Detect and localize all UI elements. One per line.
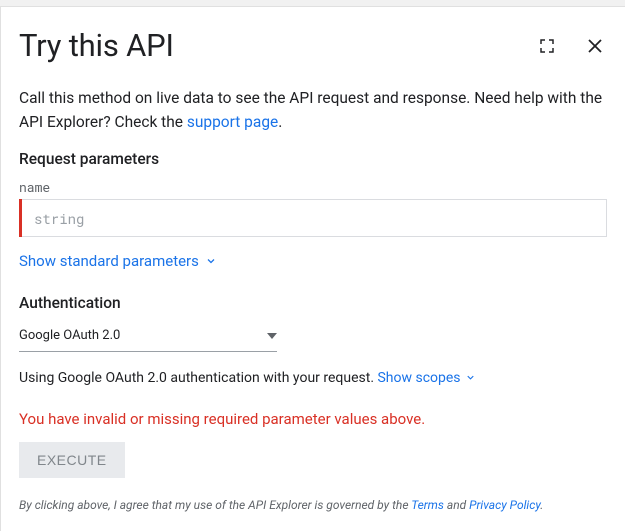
show-scopes-toggle[interactable]: Show scopes [377, 370, 476, 386]
validation-error: You have invalid or missing required par… [19, 410, 607, 428]
auth-select[interactable]: Google OAuth 2.0 [19, 322, 277, 352]
authentication-heading: Authentication [19, 294, 607, 312]
support-page-link[interactable]: support page [187, 113, 278, 131]
page-title: Try this API [19, 27, 174, 64]
name-input-wrap [19, 199, 607, 237]
show-scopes-label: Show scopes [377, 370, 460, 386]
param-name-label: name [19, 178, 607, 196]
name-input[interactable] [22, 199, 607, 237]
chevron-down-icon [205, 255, 217, 267]
terms-link[interactable]: Terms [411, 498, 444, 512]
footer-and: and [444, 498, 469, 512]
privacy-link[interactable]: Privacy Policy [469, 498, 540, 512]
caret-down-icon [267, 326, 277, 345]
description-text-1: Call this method on live data to see the… [19, 89, 602, 131]
close-icon[interactable] [583, 34, 607, 58]
chevron-down-icon [465, 372, 477, 384]
auth-select-value: Google OAuth 2.0 [19, 328, 120, 343]
footer-suffix: . [540, 498, 543, 512]
show-standard-parameters-toggle[interactable]: Show standard parameters [19, 252, 217, 270]
footer-prefix: By clicking above, I agree that my use o… [19, 498, 411, 512]
footer-disclaimer: By clicking above, I agree that my use o… [19, 498, 607, 512]
execute-button[interactable]: EXECUTE [19, 442, 125, 478]
show-standard-parameters-label: Show standard parameters [19, 252, 199, 270]
request-parameters-heading: Request parameters [19, 150, 607, 168]
description: Call this method on live data to see the… [19, 86, 607, 134]
header: Try this API [19, 7, 607, 86]
description-text-2: . [278, 113, 282, 131]
header-icons [535, 34, 607, 58]
auth-description: Using Google OAuth 2.0 authentication wi… [19, 370, 607, 386]
panel: Try this API Call this method on live da… [0, 7, 625, 531]
top-strip [0, 0, 625, 7]
fullscreen-icon[interactable] [535, 34, 559, 58]
auth-using-text: Using Google OAuth 2.0 authentication wi… [19, 370, 377, 386]
